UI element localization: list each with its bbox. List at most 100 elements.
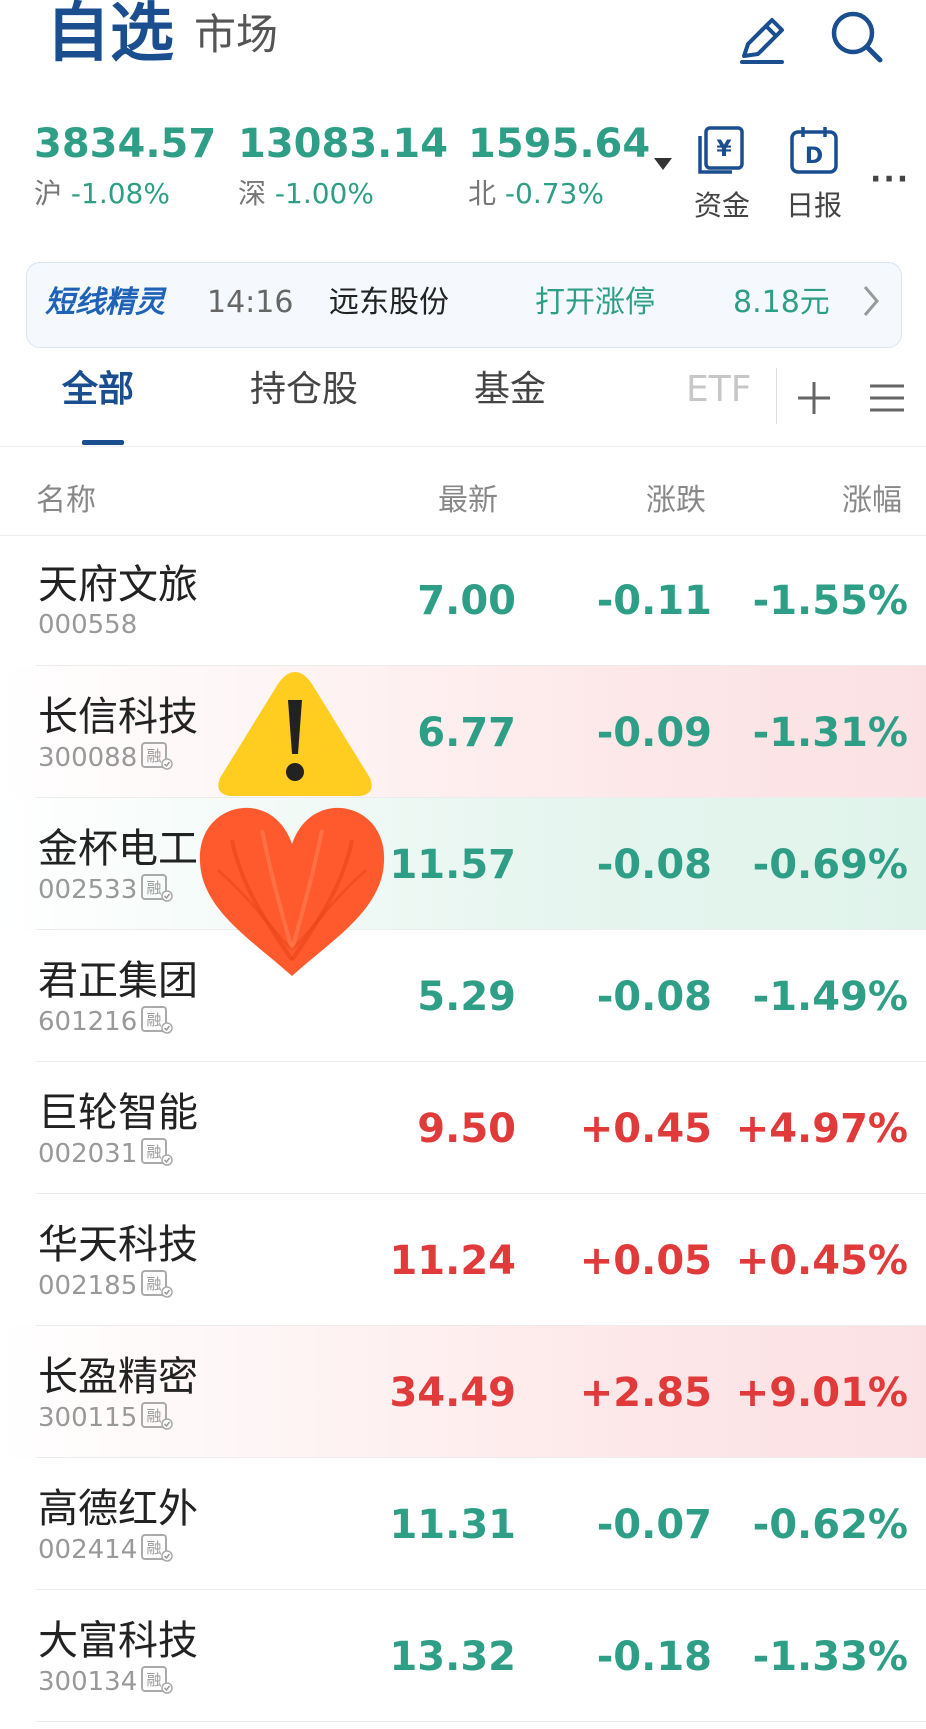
table-row[interactable]: 大富科技 300134 融 13.32 -0.18 -1.33% xyxy=(0,1590,926,1722)
stock-code: 002414 xyxy=(38,1535,138,1565)
calendar-icon: D xyxy=(788,124,840,176)
stock-change: +0.05 xyxy=(579,1238,712,1284)
warning-sticker-icon xyxy=(212,666,378,802)
funds-button[interactable]: ¥ 资金 xyxy=(682,124,762,224)
index-name: 沪 xyxy=(34,177,63,210)
stock-change: -0.11 xyxy=(596,578,712,624)
stock-change: -0.08 xyxy=(596,974,712,1020)
stock-price: 11.31 xyxy=(389,1502,516,1548)
stock-price: 13.32 xyxy=(389,1634,516,1680)
banner-price: 8.18元 xyxy=(733,285,830,320)
margin-trading-icon: 融 xyxy=(141,742,174,770)
index-dropdown-icon[interactable] xyxy=(654,158,672,170)
col-percent[interactable]: 涨幅 xyxy=(842,475,902,519)
tab-etf[interactable]: ETF xyxy=(686,368,751,411)
stock-code: 002031 xyxy=(38,1139,138,1169)
index-change: -1.08% xyxy=(70,177,170,210)
index-change: -1.00% xyxy=(274,177,374,210)
margin-trading-label: 融 xyxy=(147,1671,162,1689)
index-name: 深 xyxy=(238,177,267,210)
daily-report-label: 日报 xyxy=(785,189,842,222)
stock-code: 002533 xyxy=(38,875,138,905)
add-icon[interactable] xyxy=(794,378,834,418)
daily-report-button[interactable]: D 日报 xyxy=(774,124,854,224)
stock-code: 300134 xyxy=(38,1667,138,1697)
index-value: 13083.14 xyxy=(238,121,449,167)
margin-trading-label: 融 xyxy=(147,879,162,897)
table-row[interactable]: 巨轮智能 002031 融 9.50 +0.45 +4.97% xyxy=(0,1062,926,1194)
tab-divider xyxy=(776,368,777,424)
banner-stock: 远东股份 xyxy=(329,285,449,320)
index-shenzhen[interactable]: 13083.14 深 -1.00% xyxy=(238,121,449,212)
funds-icon: ¥ xyxy=(696,124,748,176)
col-name[interactable]: 名称 xyxy=(36,475,96,519)
stock-change-percent: -1.31% xyxy=(752,710,908,756)
menu-icon[interactable] xyxy=(868,380,906,416)
stock-change-percent: +9.01% xyxy=(735,1370,908,1416)
stock-price: 5.29 xyxy=(417,974,516,1020)
stock-name: 巨轮智能 xyxy=(38,1090,198,1136)
margin-trading-icon: 融 xyxy=(141,1006,174,1034)
index-value: 3834.57 xyxy=(34,121,217,167)
margin-trading-icon: 融 xyxy=(141,1402,174,1430)
table-row[interactable]: 长信科技 300088 融 6.77 -0.09 -1.31% xyxy=(0,666,926,798)
search-icon[interactable] xyxy=(828,8,884,64)
margin-trading-icon: 融 xyxy=(141,1666,174,1694)
stock-price: 11.24 xyxy=(389,1238,516,1284)
stock-price: 9.50 xyxy=(417,1106,516,1152)
table-row[interactable]: 华天科技 002185 融 11.24 +0.05 +0.45% xyxy=(0,1194,926,1326)
more-icon[interactable]: ··· xyxy=(870,162,910,197)
stock-change-percent: -1.55% xyxy=(752,578,908,624)
margin-trading-label: 融 xyxy=(147,1011,162,1029)
chevron-right-icon xyxy=(859,281,883,330)
edit-icon[interactable] xyxy=(734,12,790,68)
stock-change-percent: -0.62% xyxy=(752,1502,908,1548)
stock-change-percent: +0.45% xyxy=(735,1238,908,1284)
index-value: 1595.64 xyxy=(468,121,651,167)
stock-change: -0.18 xyxy=(596,1634,712,1680)
stock-name: 高德红外 xyxy=(38,1486,198,1532)
page-title[interactable]: 自选 xyxy=(46,2,174,66)
tab-all[interactable]: 全部 xyxy=(62,368,134,411)
col-latest[interactable]: 最新 xyxy=(438,475,498,519)
row-divider xyxy=(36,1721,926,1722)
stock-price: 6.77 xyxy=(417,710,516,756)
col-change[interactable]: 涨跌 xyxy=(646,475,706,519)
table-row[interactable]: 君正集团 601216 融 5.29 -0.08 -1.49% xyxy=(0,930,926,1062)
index-shanghai[interactable]: 3834.57 沪 -1.08% xyxy=(34,122,234,212)
stock-change: -0.07 xyxy=(596,1502,712,1548)
stock-price: 11.57 xyxy=(389,842,516,888)
stock-code: 002185 xyxy=(38,1271,138,1301)
funds-glyph: ¥ xyxy=(716,137,732,162)
tab-holdings[interactable]: 持仓股 xyxy=(250,368,358,411)
index-name: 北 xyxy=(468,177,497,210)
stock-name: 君正集团 xyxy=(38,958,198,1004)
tab-funds[interactable]: 基金 xyxy=(474,368,546,411)
table-row[interactable]: 高德红外 002414 融 11.31 -0.07 -0.62% xyxy=(0,1458,926,1590)
margin-trading-label: 融 xyxy=(147,1143,162,1161)
stock-name: 长盈精密 xyxy=(38,1354,198,1400)
market-tab[interactable]: 市场 xyxy=(194,14,278,56)
index-beijing[interactable]: 1595.64 北 -0.73% xyxy=(468,122,668,212)
stock-change: +0.45 xyxy=(579,1106,712,1152)
stock-price: 34.49 xyxy=(389,1370,516,1416)
alert-banner[interactable]: 短线精灵 14:16 远东股份 打开涨停 8.18元 xyxy=(26,262,902,348)
table-row[interactable]: 长盈精密 300115 融 34.49 +2.85 +9.01% xyxy=(0,1326,926,1458)
stock-name: 华天科技 xyxy=(38,1222,198,1268)
stock-name: 长信科技 xyxy=(38,694,198,740)
margin-trading-label: 融 xyxy=(147,1539,162,1557)
tab-active-indicator xyxy=(82,440,124,445)
index-change: -0.73% xyxy=(504,177,604,210)
margin-trading-label: 融 xyxy=(147,1407,162,1425)
margin-trading-label: 融 xyxy=(147,747,162,765)
stock-change: -0.09 xyxy=(596,710,712,756)
table-row[interactable]: 天府文旅 000558 7.00 -0.11 -1.55% xyxy=(0,534,926,666)
stock-change-percent: +4.97% xyxy=(735,1106,908,1152)
margin-trading-label: 融 xyxy=(147,1275,162,1293)
banner-time: 14:16 xyxy=(207,285,294,320)
stock-change: -0.08 xyxy=(596,842,712,888)
table-row[interactable]: 金杯电工 002533 融 11.57 -0.08 -0.69% xyxy=(0,798,926,930)
margin-trading-icon: 融 xyxy=(141,1270,174,1298)
heart-sticker-icon xyxy=(192,800,392,980)
margin-trading-icon: 融 xyxy=(141,1534,174,1562)
